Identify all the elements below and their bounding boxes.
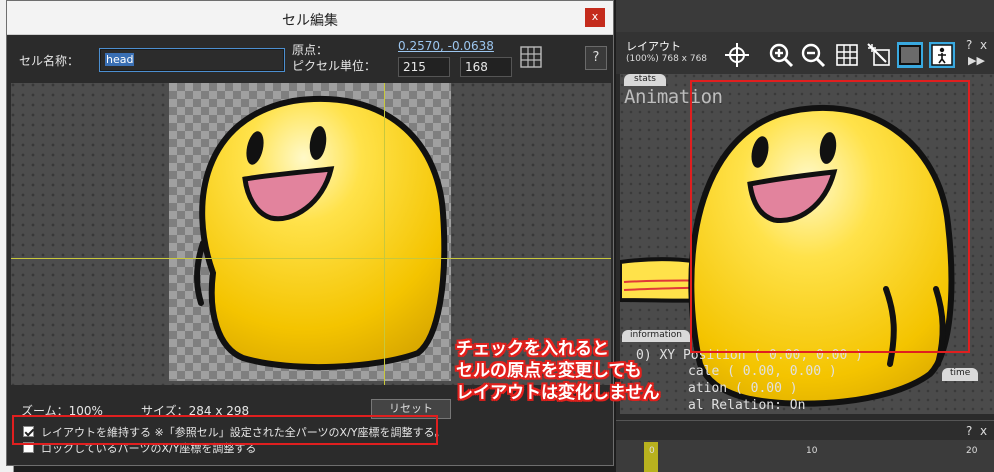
origin-vertical-guide — [384, 83, 385, 385]
pixel-y-input[interactable]: 168 — [460, 57, 512, 77]
stats-tab[interactable]: stats — [624, 74, 666, 86]
timeline-ruler[interactable] — [616, 440, 994, 472]
dialog-title: セル編集 — [282, 13, 338, 29]
panel-help-button[interactable]: ? — [966, 38, 972, 52]
pivot-tool-icon[interactable] — [866, 42, 892, 68]
cell-name-label: セル名称： — [19, 54, 80, 68]
layout-top-bar — [616, 0, 994, 32]
timeline-tick-10: 10 — [806, 446, 818, 456]
grid-icon[interactable] — [520, 46, 542, 68]
origin-horizontal-guide — [11, 258, 611, 259]
layout-title: レイアウト — [626, 40, 681, 53]
timeline-tick-0: 0 — [649, 446, 655, 456]
cell-name-value: head — [105, 53, 135, 66]
dialog-titlebar[interactable]: セル編集 x — [7, 1, 613, 35]
close-button[interactable]: x — [585, 8, 605, 27]
grid-toggle-icon[interactable] — [834, 42, 860, 68]
layout-size: (100%) 768 x 768 — [626, 54, 708, 64]
character-view-icon[interactable] — [929, 42, 955, 68]
layout-highlight-box — [690, 80, 970, 353]
pixel-x-input[interactable]: 215 — [398, 57, 450, 77]
origin-value-link[interactable]: 0.2570, -0.0638 — [398, 39, 494, 53]
info-line-scale: cale ( 0.00, 0.00 ) — [688, 364, 837, 379]
panel-expand-icon[interactable]: ▶▶ — [968, 54, 985, 67]
info-line-rotation: ation ( 0.00 ) — [688, 381, 798, 396]
time-tab[interactable]: time — [942, 368, 979, 381]
cell-name-input[interactable]: head — [99, 48, 285, 72]
zoom-in-icon[interactable] — [768, 42, 794, 68]
origin-label: 原点： — [292, 43, 329, 57]
pixel-unit-label: ピクセル単位： — [292, 59, 377, 73]
layout-panel: レイアウト (100%) 768 x 768 ? x ▶▶ stats Anim… — [616, 0, 994, 472]
zoom-out-icon[interactable] — [800, 42, 826, 68]
annotation-callout: チェックを入れると セルの原点を変更しても レイアウトは変化しません — [456, 338, 660, 404]
timeline-help-button[interactable]: ? — [966, 424, 972, 438]
panel-close-button[interactable]: x — [980, 38, 987, 52]
annotation-line-1: チェックを入れると — [456, 339, 609, 359]
frame-view-icon[interactable] — [897, 42, 923, 68]
timeline-tick-20: 20 — [966, 446, 978, 456]
checkbox-highlight-box — [12, 415, 438, 445]
character-head-image — [194, 96, 448, 371]
annotation-line-2: セルの原点を変更しても — [456, 361, 642, 381]
timeline-close-button[interactable]: x — [980, 424, 987, 438]
help-button[interactable]: ? — [585, 46, 607, 70]
screen: セル編集 x セル名称： head 原点： 0.2570, -0.0638 ピク… — [0, 0, 994, 472]
crosshair-icon[interactable] — [724, 42, 750, 68]
annotation-line-3: レイアウトは変化しません — [456, 383, 660, 403]
info-line-relation: al Relation: On — [688, 398, 806, 413]
